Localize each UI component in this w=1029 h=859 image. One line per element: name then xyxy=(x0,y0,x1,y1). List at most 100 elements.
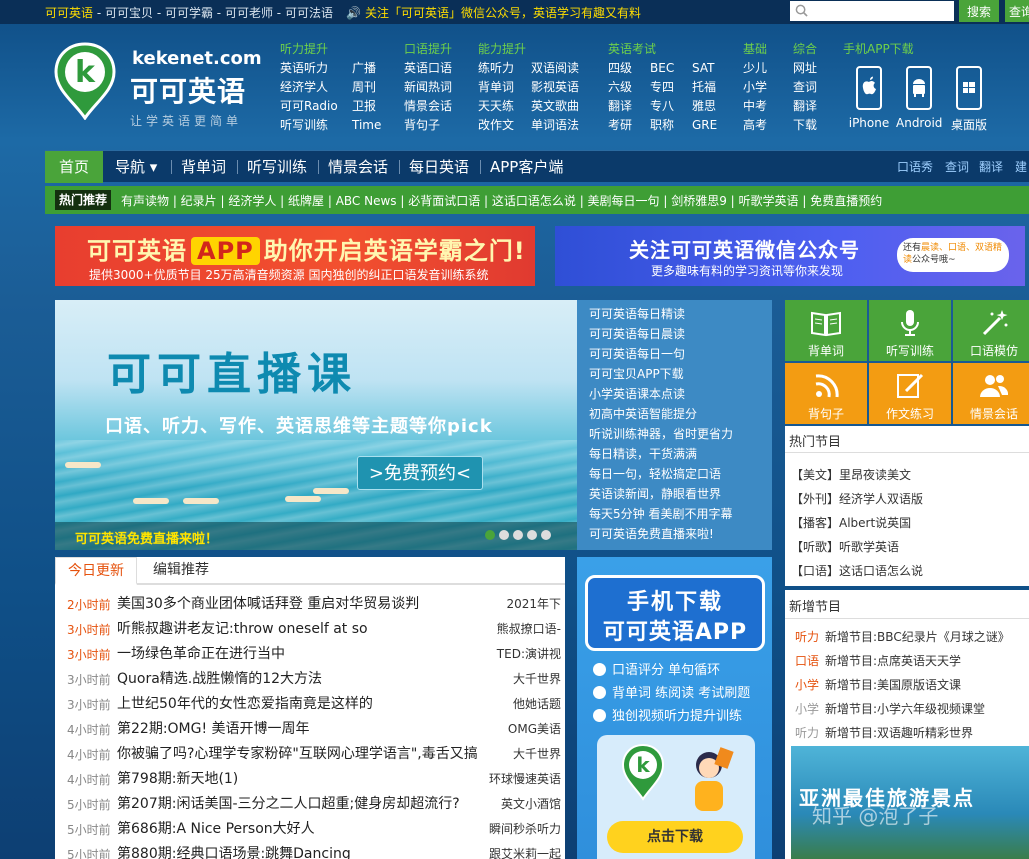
nav-link[interactable]: 高考 xyxy=(743,116,767,135)
nav-right-show[interactable]: 口语秀 xyxy=(897,151,933,183)
nav-col-heading[interactable]: 口语提升 xyxy=(404,40,452,59)
new-program-item[interactable]: 小学 新增节目:小学六年级视频课堂 xyxy=(795,700,985,717)
carousel-dot[interactable] xyxy=(541,530,551,540)
app-promo[interactable]: 手机下载 可可英语APP 口语评分 单句循环 背单词 练阅读 考试刷题 独创视频… xyxy=(577,557,772,859)
nav-col-heading[interactable]: 能力提升 xyxy=(478,40,579,59)
hero-list-item[interactable]: 可可英语免费直播来啦! xyxy=(589,524,772,544)
news-title[interactable]: 第798期:新天地(1) xyxy=(117,768,238,788)
site-link-french[interactable]: 可可法语 xyxy=(285,6,333,20)
new-program-item[interactable]: 小学 新增节目:美国原版语文课 xyxy=(795,676,961,693)
nav-link[interactable]: 听写训练 xyxy=(280,116,352,135)
wechat-notice[interactable]: 🔊 关注「可可英语」微信公众号，英语学习有趣又有料 xyxy=(346,4,641,21)
new-program-item[interactable]: 口语 新增节目:点席英语天天学 xyxy=(795,652,961,669)
site-link-xueba[interactable]: 可可学霸 xyxy=(165,6,213,20)
carousel-dot[interactable] xyxy=(513,530,523,540)
nav-link[interactable]: 六级 xyxy=(608,78,650,97)
news-source[interactable]: 英文小酒馆 xyxy=(501,795,561,812)
app-banner[interactable]: 可可英语 APP 助你开启英语学霸之门! 提供3000+优质节目 25万高清音频资源… xyxy=(55,226,535,286)
nav-link[interactable]: 小学 xyxy=(743,78,767,97)
wechat-banner[interactable]: 关注可可英语微信公众号 更多趣味有料的学习资讯等你来发现 还有晨读、口语、双语精… xyxy=(555,226,1025,286)
site-link-teacher[interactable]: 可可老师 xyxy=(225,6,273,20)
tile-vocab[interactable]: 背单词 xyxy=(785,300,867,361)
nav-link[interactable]: 托福 xyxy=(692,78,716,97)
download-button[interactable]: 点击下载 xyxy=(607,821,743,853)
hero-list-item[interactable]: 每天5分钟 看美剧不用字幕 xyxy=(589,504,772,524)
nav-link[interactable]: 单词语法 xyxy=(531,116,579,135)
tile-dialogue[interactable]: 情景会话 xyxy=(953,363,1029,424)
news-row[interactable]: 3小时前 一场绿色革命正在进行当中 TED:演讲视 xyxy=(67,642,561,667)
carousel-dot[interactable] xyxy=(527,530,537,540)
nav-link[interactable]: 改作文 xyxy=(478,116,531,135)
nav-link[interactable]: 查词 xyxy=(793,78,817,97)
news-source[interactable]: 跟艾米莉一起 xyxy=(489,845,561,859)
nav-app[interactable]: APP客户端 xyxy=(490,151,563,183)
app-desktop[interactable]: 桌面版 xyxy=(946,66,992,133)
nav-link[interactable]: 背句子 xyxy=(404,116,440,135)
hero-list-item[interactable]: 可可英语每日晨读 xyxy=(589,324,772,344)
nav-link[interactable]: 雅思 xyxy=(692,97,716,116)
nav-link[interactable]: 专八 xyxy=(650,97,692,116)
news-title[interactable]: 你被骗了吗?心理学专家粉碎"互联网心理学语言",毒舌又搞 xyxy=(117,743,478,763)
tile-sentences[interactable]: 背句子 xyxy=(785,363,867,424)
carousel-dot[interactable] xyxy=(485,530,495,540)
hero-list-item[interactable]: 每日精读，干货满满 xyxy=(589,444,772,464)
news-row[interactable]: 3小时前 Quora精选.战胜懒惰的12大方法 大千世界 xyxy=(67,667,561,692)
nav-link[interactable]: BEC xyxy=(650,59,692,78)
news-row[interactable]: 3小时前 上世纪50年代的女性恋爱指南竟是这样的 他她话题 xyxy=(67,692,561,717)
nav-link[interactable]: SAT xyxy=(692,59,714,78)
tile-writing[interactable]: 作文练习 xyxy=(869,363,951,424)
app-download-heading[interactable]: 手机APP下载 xyxy=(843,40,914,57)
news-source[interactable]: 环球慢速英语 xyxy=(489,770,561,787)
news-title[interactable]: Quora精选.战胜懒惰的12大方法 xyxy=(117,668,322,688)
news-source[interactable]: TED:演讲视 xyxy=(497,645,561,662)
nav-link[interactable]: 英文歌曲 xyxy=(531,97,579,116)
news-title[interactable]: 美国30多个商业团体喊话拜登 重启对华贸易谈判 xyxy=(117,593,419,613)
hot-program-item[interactable]: 【美文】里昂夜读美文 xyxy=(791,466,911,483)
carousel-dot[interactable] xyxy=(499,530,509,540)
nav-link[interactable]: 翻译 xyxy=(608,97,650,116)
nav-guide[interactable]: 导航 ▾ xyxy=(115,151,157,183)
free-booking-button[interactable]: >免费预约< xyxy=(357,456,483,490)
news-row[interactable]: 5小时前 第207期:闲话美国-三分之二人口超重;健身房却超流行? 英文小酒馆 xyxy=(67,792,561,817)
app-iphone[interactable]: iPhone xyxy=(846,66,892,130)
nav-link[interactable]: 下载 xyxy=(793,116,817,135)
nav-col-heading[interactable]: 英语考试 xyxy=(608,40,717,59)
search-button[interactable]: 搜索 xyxy=(959,0,999,22)
news-row[interactable]: 3小时前 听熊叔趣讲老友记:throw oneself at so 熊叔撩口语- xyxy=(67,617,561,642)
news-row[interactable]: 4小时前 你被骗了吗?心理学专家粉碎"互联网心理学语言",毒舌又搞 大千世界 xyxy=(67,742,561,767)
nav-link[interactable]: 周刊 xyxy=(352,78,376,97)
nav-link[interactable]: 英语口语 xyxy=(404,59,452,78)
tile-dictation[interactable]: 听写训练 xyxy=(869,300,951,361)
hot-links[interactable]: 有声读物 | 纪录片 | 经济学人 | 纸牌屋 | ABC News | 必背面… xyxy=(121,192,882,209)
nav-link[interactable]: 卫报 xyxy=(352,97,376,116)
hot-program-item[interactable]: 【播客】Albert说英国 xyxy=(791,514,911,531)
news-row[interactable]: 5小时前 第880期:经典口语场景:跳舞Dancing 跟艾米莉一起 xyxy=(67,842,561,859)
news-source[interactable]: OMG美语 xyxy=(508,720,561,737)
nav-link[interactable]: GRE xyxy=(692,116,717,135)
nav-col-heading[interactable]: 听力提升 xyxy=(280,40,381,59)
news-row[interactable]: 2小时前 美国30多个商业团体喊话拜登 重启对华贸易谈判 2021年下 xyxy=(67,592,561,617)
new-program-item[interactable]: 听力 新增节目:BBC纪录片《月球之谜》 xyxy=(795,628,1010,645)
nav-home[interactable]: 首页 xyxy=(45,151,103,183)
lookup-button[interactable]: 查询 xyxy=(1005,0,1029,22)
nav-link[interactable]: 网址 xyxy=(793,59,817,78)
nav-link[interactable]: 考研 xyxy=(608,116,650,135)
news-row[interactable]: 4小时前 第22期:OMG! 美语开博一周年 OMG美语 xyxy=(67,717,561,742)
hero-list-item[interactable]: 听说训练神器，省时更省力 xyxy=(589,424,772,444)
hot-program-item[interactable]: 【口语】这话口语怎么说 xyxy=(791,562,923,579)
hot-program-item[interactable]: 【听歌】听歌学英语 xyxy=(791,538,899,555)
news-title[interactable]: 一场绿色革命正在进行当中 xyxy=(117,643,285,663)
hot-program-item[interactable]: 【外刊】经济学人双语版 xyxy=(791,490,923,507)
news-source[interactable]: 2021年下 xyxy=(506,595,561,612)
hero-list-item[interactable]: 初高中英语智能提分 xyxy=(589,404,772,424)
search-input[interactable] xyxy=(790,1,954,21)
news-title[interactable]: 第686期:A Nice Person大好人 xyxy=(117,818,315,838)
nav-link[interactable]: 中考 xyxy=(743,97,767,116)
nav-link[interactable]: 经济学人 xyxy=(280,78,352,97)
nav-dictation[interactable]: 听写训练 xyxy=(247,151,307,183)
nav-col-heading[interactable]: 综合 xyxy=(793,40,817,59)
nav-link[interactable]: 背单词 xyxy=(478,78,531,97)
nav-dialogue[interactable]: 情景会话 xyxy=(328,151,388,183)
nav-daily[interactable]: 每日英语 xyxy=(409,151,469,183)
nav-right-lookup[interactable]: 查词 xyxy=(945,151,969,183)
